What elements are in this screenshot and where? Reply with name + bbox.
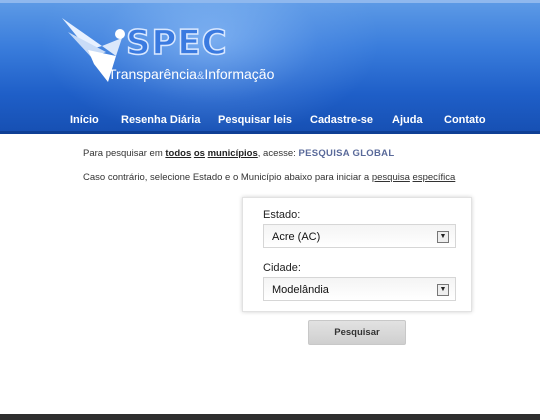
nav-cadastre-se[interactable]: Cadastre-se xyxy=(310,114,373,126)
link-todos[interactable]: todos xyxy=(165,148,191,159)
main-nav: Início Resenha Diária Pesquisar leis Cad… xyxy=(0,114,540,130)
page-footer-bar xyxy=(0,414,540,420)
link-os[interactable]: os xyxy=(194,148,205,159)
specific-search-instructions: Caso contrário, selecione Estado e o Mun… xyxy=(83,172,456,183)
cidade-selected-value: Modelândia xyxy=(272,284,329,296)
estado-select[interactable]: Acre (AC) ▼ xyxy=(263,224,456,248)
pesquisar-button[interactable]: Pesquisar xyxy=(308,320,406,345)
tagline-part2: Informação xyxy=(204,66,275,82)
estado-label: Estado: xyxy=(263,209,301,221)
nav-resenha-diaria[interactable]: Resenha Diária xyxy=(121,114,200,126)
global-search-link[interactable]: PESQUISA GLOBAL xyxy=(298,148,394,159)
cidade-label: Cidade: xyxy=(263,262,301,274)
link-especifica[interactable]: específica xyxy=(413,172,456,183)
chevron-down-icon[interactable]: ▼ xyxy=(437,284,449,296)
link-municipios[interactable]: municípios xyxy=(208,148,258,159)
cidade-select[interactable]: Modelândia ▼ xyxy=(263,277,456,301)
header-top-line xyxy=(0,0,540,3)
nav-contato[interactable]: Contato xyxy=(444,114,486,126)
nav-ajuda[interactable]: Ajuda xyxy=(392,114,423,126)
brand-tagline: Transparência&Informação xyxy=(108,66,274,82)
chevron-down-icon[interactable]: ▼ xyxy=(437,231,449,243)
site-header: SPEC Transparência&Informação Início Res… xyxy=(0,0,540,134)
nav-pesquisar-leis[interactable]: Pesquisar leis xyxy=(218,114,292,126)
estado-selected-value: Acre (AC) xyxy=(272,231,321,243)
header-bottom-line xyxy=(0,131,540,134)
tagline-part1: Transparência xyxy=(108,66,197,82)
global-search-instructions: Para pesquisar em todos os municípios, a… xyxy=(83,148,395,159)
spec-logo-wordmark: SPEC xyxy=(125,22,228,62)
brand-name: SPEC xyxy=(126,23,228,62)
search-form-panel: Estado: Acre (AC) ▼ Cidade: Modelândia ▼ xyxy=(242,197,472,312)
nav-inicio[interactable]: Início xyxy=(70,114,99,126)
link-pesquisa[interactable]: pesquisa xyxy=(372,172,410,183)
